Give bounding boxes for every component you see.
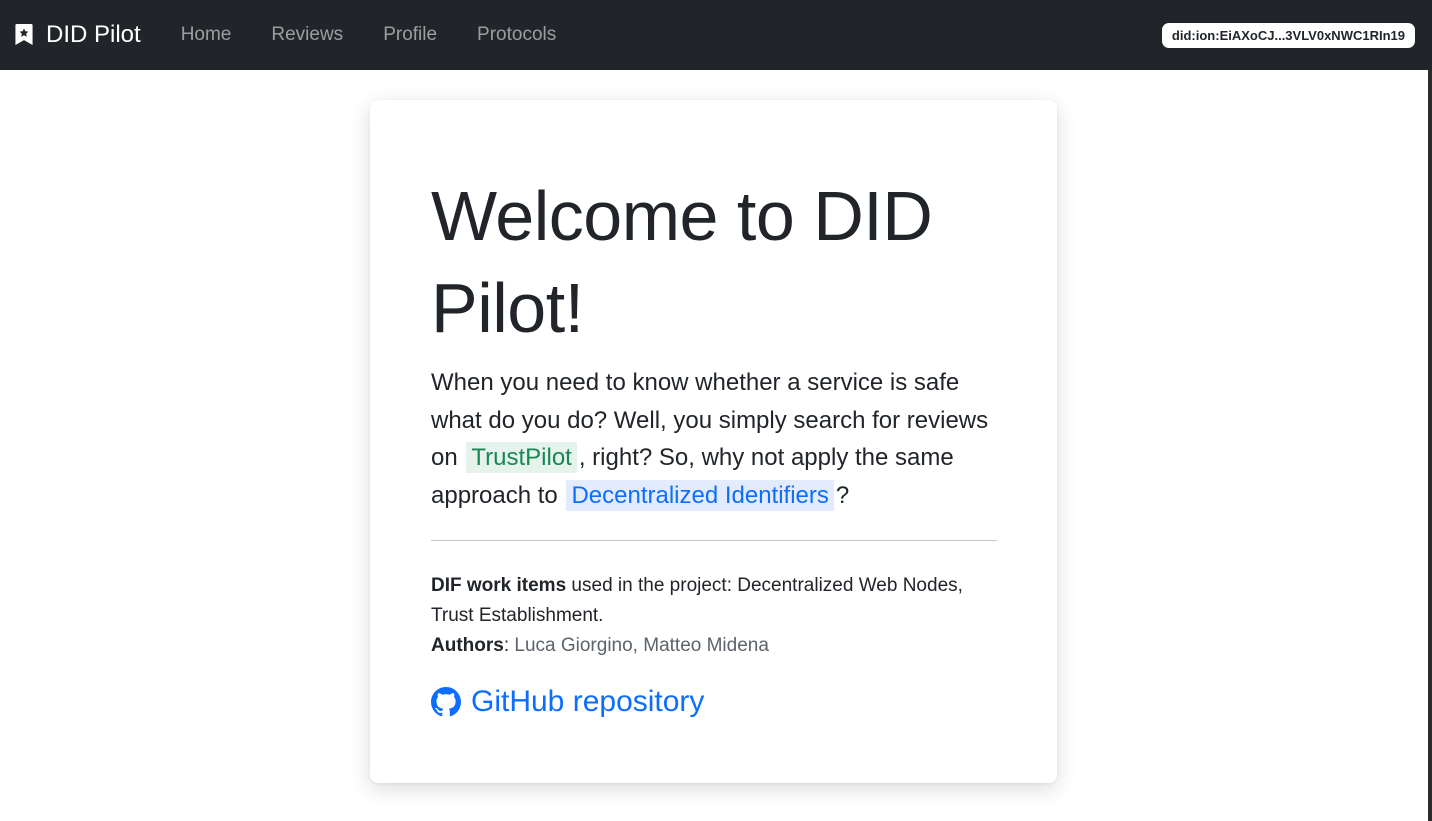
authors-line: Authors: Luca Giorgino, Matteo Midena [431,631,1001,661]
nav-link-profile[interactable]: Profile [363,24,457,46]
divider [431,540,997,541]
title-light: Welcome to [431,177,814,255]
navbar: DID Pilot Home Reviews Profile Protocols… [0,0,1432,70]
authors-label: Authors [431,635,504,656]
nav-link-reviews[interactable]: Reviews [251,24,363,46]
authors-names: Luca Giorgino, Matteo Midena [514,635,769,656]
brand-link[interactable]: DID Pilot [14,21,141,49]
title-bold-pilot: Pilot! [431,269,584,347]
main-nav: Home Reviews Profile Protocols [161,24,577,46]
welcome-card: Welcome to DID Pilot! When you need to kn… [370,100,1057,783]
card-body: Welcome to DID Pilot! When you need to kn… [431,170,1001,719]
nav-link-protocols[interactable]: Protocols [457,24,576,46]
work-items-label: DIF work items [431,575,567,596]
bookmark-star-icon [14,24,34,46]
lead-text-3: ? [835,481,850,509]
page-title: Welcome to DID Pilot! [431,170,1001,354]
trustpilot-link[interactable]: TrustPilot [466,442,577,473]
did-badge[interactable]: did:ion:EiAXoCJ...3VLV0xNWC1RIn19 [1161,23,1415,48]
title-bold-did: DID [813,177,933,255]
authors-sep: : [503,635,515,656]
work-items-line: DIF work items used in the project: Dece… [431,571,1001,631]
github-label: GitHub repository [471,685,705,718]
lead-paragraph: When you need to know whether a service … [431,364,991,514]
nav-link-home[interactable]: Home [161,24,252,46]
decentralized-identifiers-link[interactable]: Decentralized Identifiers [566,479,834,511]
brand-label: DID Pilot [46,21,141,48]
scrollbar-edge [1428,70,1432,821]
github-repository-link[interactable]: GitHub repository [431,685,1001,719]
project-info: DIF work items used in the project: Dece… [431,571,1001,661]
github-icon [431,687,461,717]
